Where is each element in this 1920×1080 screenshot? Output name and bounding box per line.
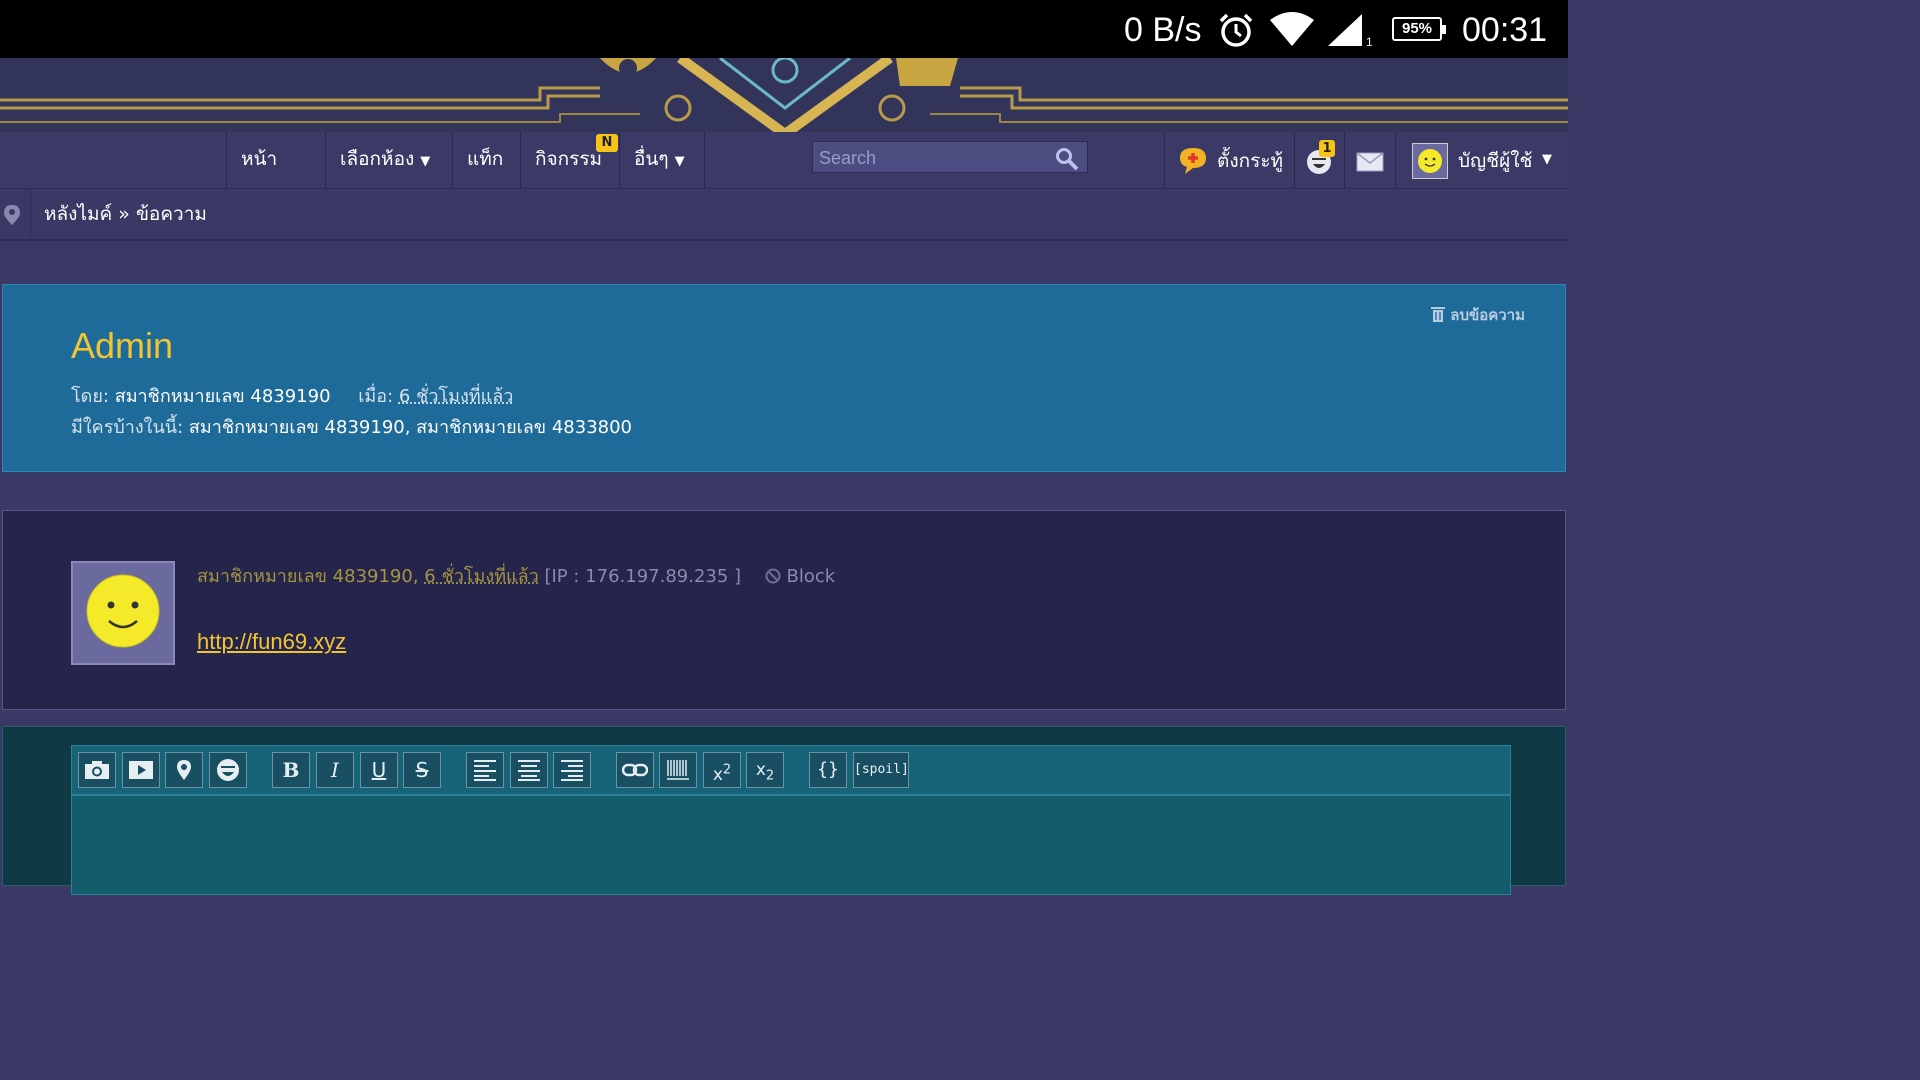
account-label: บัญชีผู้ใช้ [1458, 150, 1533, 172]
reply-ip: [IP : 176.197.89.235 ] [544, 566, 742, 587]
location-pin-icon [177, 760, 191, 780]
block-label: Block [786, 566, 836, 587]
insert-emoticon-button[interactable] [209, 752, 247, 788]
camera-icon [85, 761, 109, 779]
bold-button[interactable]: B [272, 752, 310, 788]
reply-author[interactable]: สมาชิกหมายเลข 4839190, [197, 566, 419, 587]
reply-editor: B I U S x2 x2 {} [spoil] [2, 726, 1566, 895]
search-icon[interactable] [1055, 147, 1079, 171]
chevron-down-icon: ▼ [674, 154, 685, 169]
italic-button[interactable]: I [316, 752, 354, 788]
signal-sub: 1 [1366, 35, 1373, 48]
trash-icon [1431, 307, 1446, 322]
by-label: โดย: [71, 386, 109, 407]
nav-home[interactable]: หน้าแรก [226, 132, 325, 224]
chevron-down-icon: ▼ [420, 154, 431, 169]
block-icon [765, 568, 781, 584]
align-center-icon [518, 760, 540, 781]
new-topic-label: ตั้งกระทู้ [1217, 150, 1284, 172]
participants-line: มีใครบ้างในนี้: สมาชิกหมายเลข 4839190, ส… [71, 412, 632, 441]
spoiler-button[interactable]: [spoil] [853, 752, 909, 788]
divider [30, 189, 31, 239]
wifi-icon [1270, 12, 1314, 46]
chevron-down-icon: ▼ [1542, 152, 1552, 167]
chat-plus-icon [1180, 148, 1206, 174]
barcode-icon [667, 760, 689, 780]
reply-link[interactable]: http://fun69.xyz [197, 629, 346, 655]
battery-icon: 95% [1392, 17, 1446, 41]
align-right-icon [561, 760, 583, 781]
subscript-icon: x2 [755, 760, 775, 784]
align-left-icon [474, 760, 496, 781]
message-time: 6 ชั่วโมงที่แล้ว [398, 386, 514, 407]
new-topic-button[interactable]: ตั้งกระทู้ [1164, 132, 1295, 188]
participants[interactable]: สมาชิกหมายเลข 4839190, สมาชิกหมายเลข 483… [189, 417, 632, 438]
insert-hr-button[interactable] [659, 752, 697, 788]
insert-video-button[interactable] [122, 752, 160, 788]
messages-button[interactable] [1344, 132, 1396, 188]
nav-more[interactable]: อื่นๆ ▼ [619, 132, 705, 188]
delete-message-button[interactable]: ลบข้อความ [1431, 303, 1525, 327]
align-right-button[interactable] [553, 752, 591, 788]
header-banner [0, 58, 1568, 134]
link-icon [621, 763, 649, 777]
underline-button[interactable]: U [360, 752, 398, 788]
align-left-button[interactable] [466, 752, 504, 788]
mail-icon [1356, 152, 1384, 172]
account-avatar [1412, 143, 1448, 179]
insert-link-button[interactable] [616, 752, 654, 788]
video-play-icon [129, 761, 153, 779]
delete-label: ลบข้อความ [1450, 306, 1525, 324]
reply-item: สมาชิกหมายเลข 4839190, 6 ชั่วโมงที่แล้ว … [2, 510, 1566, 710]
smiley-icon [1418, 149, 1442, 173]
clock: 00:31 [1462, 11, 1548, 49]
smiley-icon [86, 574, 160, 648]
superscript-icon: x2 [712, 762, 732, 785]
editor-toolbar: B I U S x2 x2 {} [spoil] [71, 745, 1511, 795]
superscript-button[interactable]: x2 [703, 752, 741, 788]
participants-label: มีใครบ้างในนี้: [71, 417, 184, 438]
avatar [71, 561, 175, 665]
insert-location-button[interactable] [165, 752, 203, 788]
breadcrumb: หลังไมค์ » ข้อความ [0, 188, 1568, 241]
message-title: Admin [71, 325, 174, 366]
code-button[interactable]: {} [809, 752, 847, 788]
notifications-button[interactable]: 1 [1294, 132, 1345, 188]
network-speed: 0 B/s [1124, 11, 1202, 49]
subscript-button[interactable]: x2 [746, 752, 784, 788]
banner-art [0, 58, 1568, 134]
breadcrumb-text[interactable]: หลังไมค์ » ข้อความ [44, 199, 207, 229]
insert-image-button[interactable] [78, 752, 116, 788]
when-label: เมื่อ: [358, 386, 394, 407]
author-name[interactable]: สมาชิกหมายเลข 4839190 [115, 386, 331, 407]
nav-choose-room[interactable]: เลือกห้อง ▼ [325, 132, 452, 188]
reply-time: 6 ชั่วโมงที่แล้ว [424, 566, 539, 587]
alarm-icon [1219, 13, 1253, 47]
status-bar: 0 B/s 1 95% 00:31 [0, 0, 1568, 58]
signal-icon: 1 [1328, 14, 1373, 48]
message-header: ลบข้อความ Admin โดย: สมาชิกหมายเลข 48391… [2, 284, 1566, 472]
message-author-line: โดย: สมาชิกหมายเลข 4839190 เมื่อ: 6 ชั่ว… [71, 381, 513, 410]
block-button[interactable]: Block [765, 566, 835, 587]
align-center-button[interactable] [510, 752, 548, 788]
location-pin-icon [4, 205, 20, 225]
search-box [812, 141, 1088, 173]
emoticon-icon [217, 759, 239, 781]
nav-tags[interactable]: แท็ก [452, 132, 520, 188]
notification-count: 1 [1319, 140, 1335, 157]
account-menu[interactable]: บัญชีผู้ใช้ ▼ [1400, 132, 1568, 188]
reply-meta: สมาชิกหมายเลข 4839190, 6 ชั่วโมงที่แล้ว … [197, 561, 835, 590]
search-input[interactable] [817, 145, 1051, 171]
strikethrough-button[interactable]: S [403, 752, 441, 788]
reply-textarea[interactable] [71, 795, 1511, 895]
new-badge: N [596, 134, 618, 152]
